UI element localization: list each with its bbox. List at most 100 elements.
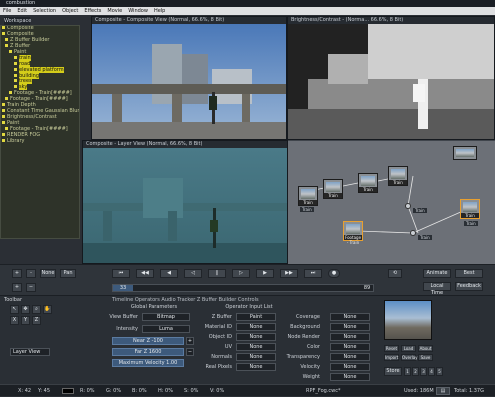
store-2-button[interactable]: 2 <box>412 367 419 376</box>
operator-input-select[interactable]: None <box>330 373 370 381</box>
select-tool-icon[interactable]: ↖ <box>10 305 19 314</box>
schematic-node[interactable]: Train <box>298 186 318 206</box>
composite-viewer[interactable]: Composite - Composite View (Normal, 66.6… <box>91 16 287 140</box>
menu-item[interactable]: Object <box>59 7 81 15</box>
reset-button[interactable]: Reset <box>384 345 399 352</box>
loop-icon[interactable]: ⟲ <box>388 269 402 278</box>
step-back-icon[interactable]: ◀◀ <box>136 269 154 278</box>
panel-tabs[interactable]: Timeline Operators Audio Tracker Z Buffe… <box>112 297 292 304</box>
store-5-button[interactable]: 5 <box>436 367 443 376</box>
go-start-icon[interactable]: ⏮ <box>112 269 130 278</box>
intensity-select[interactable]: Luma <box>142 325 190 333</box>
feedback-button[interactable]: Feedback <box>455 282 483 291</box>
schematic-junction[interactable] <box>405 203 411 209</box>
schematic-node-label: Train <box>418 235 432 240</box>
layer-box-icon <box>14 67 17 71</box>
layer-box-icon <box>2 132 5 136</box>
axis-x-button[interactable]: X <box>10 316 19 325</box>
menu-item[interactable]: Help <box>151 7 168 15</box>
far-z-stepper[interactable]: − <box>186 348 194 356</box>
zoom-in-button[interactable]: + <box>12 269 22 278</box>
menu-item[interactable]: File <box>0 7 14 15</box>
none-button[interactable]: None <box>40 269 56 278</box>
add-button[interactable]: + <box>12 283 22 292</box>
step-forward-icon[interactable]: ▶▶ <box>280 269 298 278</box>
axis-z-button[interactable]: Z <box>32 316 41 325</box>
operator-input-select[interactable]: None <box>330 353 370 361</box>
view-buffer-select[interactable]: Bitmap <box>142 313 190 321</box>
axis-y-button[interactable]: Y <box>21 316 30 325</box>
hand-tool-icon[interactable]: ✋ <box>43 305 52 314</box>
operator-input-select[interactable]: None <box>236 353 276 361</box>
schematic-node[interactable]: Train <box>388 166 408 186</box>
play-icon[interactable]: ▶ <box>256 269 274 278</box>
operator-input-select[interactable]: Paint <box>236 313 276 321</box>
time-slider[interactable] <box>112 284 374 292</box>
workspace-tree[interactable]: Composite Composite Z Buffer Builder Z Buff… <box>0 25 80 239</box>
operator-input-select[interactable]: None <box>330 333 370 341</box>
move-tool-icon[interactable]: ✥ <box>21 305 30 314</box>
schematic-node[interactable]: Train <box>323 179 343 199</box>
operator-input-select[interactable]: None <box>330 323 370 331</box>
zoom-out-button[interactable]: - <box>26 269 36 278</box>
overlay-button[interactable]: Overlay <box>401 354 418 361</box>
play-reverse-icon[interactable]: ◀ <box>160 269 178 278</box>
zoom-tool-icon[interactable]: ⌕ <box>32 305 41 314</box>
near-z-stepper[interactable]: + <box>186 337 194 345</box>
tree-item-label: Library <box>7 137 25 144</box>
frame-start-field[interactable]: 33 <box>113 285 133 291</box>
menu-item[interactable]: Edit <box>14 7 30 15</box>
layer-box-icon <box>5 97 8 101</box>
toolbar-tab[interactable]: Toolbar <box>4 297 34 304</box>
import-button[interactable]: Import <box>384 354 399 361</box>
schematic-node-output[interactable]: Train <box>460 199 480 219</box>
menu-item[interactable]: Window <box>125 7 151 15</box>
pan-button[interactable]: Pan <box>60 269 76 278</box>
operator-input-select[interactable]: None <box>236 363 276 371</box>
save-button[interactable]: Save <box>418 354 433 361</box>
operator-input-select[interactable]: None <box>330 313 370 321</box>
store-4-button[interactable]: 4 <box>428 367 435 376</box>
store-1-button[interactable]: 1 <box>404 367 411 376</box>
operator-input-select[interactable]: None <box>236 333 276 341</box>
far-z-field[interactable]: Far Z 1600 <box>112 348 184 356</box>
schematic-view[interactable]: Train Train Train Train Footage - Train … <box>288 140 495 264</box>
pause-icon[interactable]: ❙ <box>208 269 226 278</box>
animate-button[interactable]: Animate <box>423 269 451 278</box>
menu-item[interactable]: Selection <box>30 7 59 15</box>
store-button[interactable]: Store <box>384 367 402 376</box>
global-params-title: Global Parameters <box>130 304 178 310</box>
remove-button[interactable]: − <box>26 283 36 292</box>
next-frame-icon[interactable]: ▷ <box>232 269 250 278</box>
quality-select[interactable]: Best <box>455 269 483 278</box>
tree-item[interactable]: Library <box>1 137 79 145</box>
near-z-field[interactable]: Near Z -100 <box>112 337 184 345</box>
schematic-node[interactable]: Train <box>358 173 378 193</box>
store-3-button[interactable]: 3 <box>420 367 427 376</box>
frame-end-field[interactable]: 89 <box>360 285 374 291</box>
schematic-node-mini[interactable] <box>453 146 477 160</box>
memory-icon[interactable]: ▤ <box>436 387 450 395</box>
schematic-junction[interactable] <box>410 230 416 236</box>
operator-input-select[interactable]: None <box>330 363 370 371</box>
layer-box-icon <box>14 73 17 77</box>
brightness-viewer[interactable]: Brightness/Contrast - (Norma... 66.6%, 8… <box>287 16 495 140</box>
about-button[interactable]: About <box>418 345 433 352</box>
status-y: Y: 45 <box>38 388 51 394</box>
schematic-node-selected[interactable]: Footage - Train <box>343 221 363 245</box>
menu-item[interactable]: Effects <box>81 7 104 15</box>
operator-input-select[interactable]: None <box>330 343 370 351</box>
go-end-icon[interactable]: ⏭ <box>304 269 322 278</box>
load-button[interactable]: Load <box>401 345 416 352</box>
layer-viewer[interactable]: Composite - Layer View (Normal, 66.6%, 8… <box>82 140 288 264</box>
layer-view-select[interactable]: Layer View <box>10 348 50 356</box>
max-velocity-field[interactable]: Maximum Velocity 1.00 <box>112 359 184 367</box>
layer-box-icon <box>14 85 17 89</box>
record-icon[interactable]: ● <box>328 269 340 278</box>
menu-item[interactable]: Movie <box>104 7 125 15</box>
workspace-tab[interactable]: Workspace <box>4 17 31 25</box>
local-time-button[interactable]: Local Time <box>423 282 451 296</box>
operator-input-select[interactable]: None <box>236 343 276 351</box>
operator-input-select[interactable]: None <box>236 323 276 331</box>
prev-frame-icon[interactable]: ◁ <box>184 269 202 278</box>
